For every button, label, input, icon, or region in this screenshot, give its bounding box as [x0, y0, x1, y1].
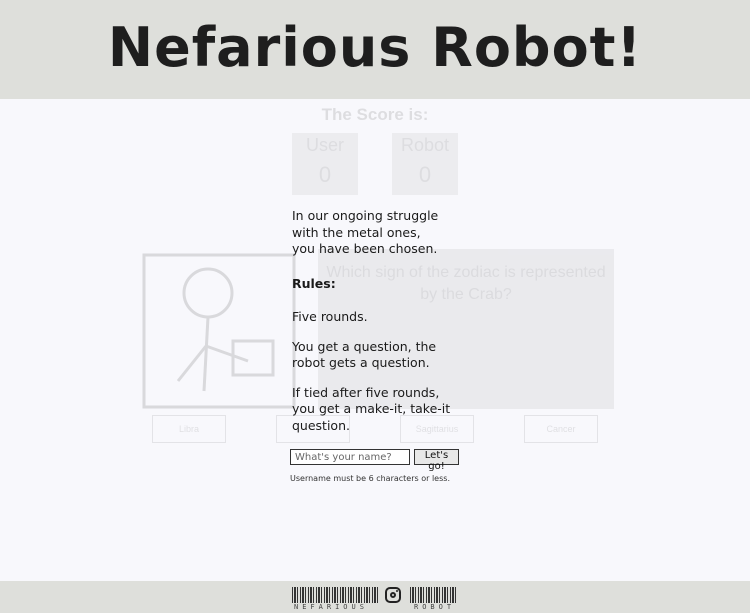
barcode-icon [410, 587, 458, 603]
answer-button[interactable]: Cancer [524, 415, 598, 443]
score-title: The Score is: [321, 105, 429, 124]
header: Nefarious Robot! [0, 0, 750, 99]
robot-score-value: 0 [418, 162, 432, 187]
answer-button[interactable]: Libra [152, 415, 226, 443]
instagram-icon[interactable] [385, 587, 401, 603]
start-button[interactable]: Let's go! [414, 449, 459, 472]
intro-text-line: In our ongoing struggle [292, 208, 439, 223]
name-input[interactable] [290, 449, 410, 465]
footer-left-text: NEFARIOUS [294, 603, 368, 611]
intro-text-line: you have been chosen. [292, 241, 438, 256]
footer: NEFARIOUS ROBOT [0, 581, 750, 613]
robot-score-label: Robot [400, 135, 450, 155]
page-title: Nefarious Robot! [107, 16, 643, 79]
robot-sketch-image [142, 253, 296, 409]
footer-right-text: ROBOT [414, 603, 456, 611]
rules-heading: Rules: [292, 275, 336, 291]
rule-text: You get a question, the robot gets a que… [292, 338, 437, 371]
intro-text-line: with the metal ones, [292, 224, 421, 240]
rule-text: Five rounds. [292, 309, 368, 324]
barcode-icon [292, 587, 378, 603]
username-hint: Username must be 6 characters or less. [290, 474, 450, 483]
robot-score-box: Robot 0 [392, 133, 458, 195]
intro-modal: In our ongoing struggle with the metal o… [292, 208, 462, 434]
user-score-box: User 0 [292, 133, 358, 195]
user-score-label: User [305, 135, 344, 155]
user-score-value: 0 [318, 162, 332, 187]
rule-text: If tied after five rounds, you get a mak… [292, 384, 451, 433]
